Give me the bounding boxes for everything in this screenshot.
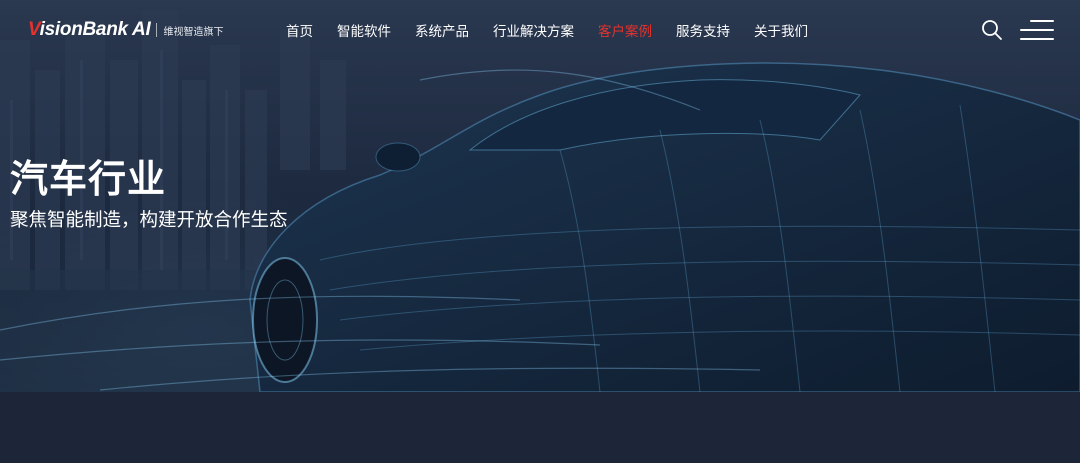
logo-divider — [156, 23, 158, 37]
nav-item-industry-solutions[interactable]: 行业解决方案 — [493, 20, 574, 40]
hamburger-icon[interactable] — [1020, 19, 1054, 41]
section-divider-band — [0, 392, 1080, 463]
nav-item-smart-software[interactable]: 智能软件 — [337, 20, 391, 40]
hero-title: 汽车行业 — [10, 157, 167, 201]
nav-item-home[interactable]: 首页 — [286, 20, 313, 40]
nav-item-service-support[interactable]: 服务支持 — [676, 20, 730, 40]
hero-subtitle: 聚焦智能制造，构建开放合作生态 — [10, 210, 288, 231]
search-icon[interactable] — [981, 19, 1003, 41]
logo-subtext: 维视智造旗下 — [163, 26, 224, 38]
brand-logo[interactable]: VisionBank AI 维视智造旗下 — [28, 17, 223, 43]
logo-wordmark: VisionBank AI — [28, 19, 151, 40]
nav-item-about-us[interactable]: 关于我们 — [754, 20, 808, 40]
nav-item-system-products[interactable]: 系统产品 — [415, 20, 469, 40]
main-menu: 首页 智能软件 系统产品 行业解决方案 客户案例 服务支持 关于我们 — [286, 20, 832, 40]
nav-item-customer-cases[interactable]: 客户案例 — [598, 20, 652, 40]
top-navigation: VisionBank AI 维视智造旗下 首页 智能软件 系统产品 行业解决方案… — [0, 0, 1080, 60]
